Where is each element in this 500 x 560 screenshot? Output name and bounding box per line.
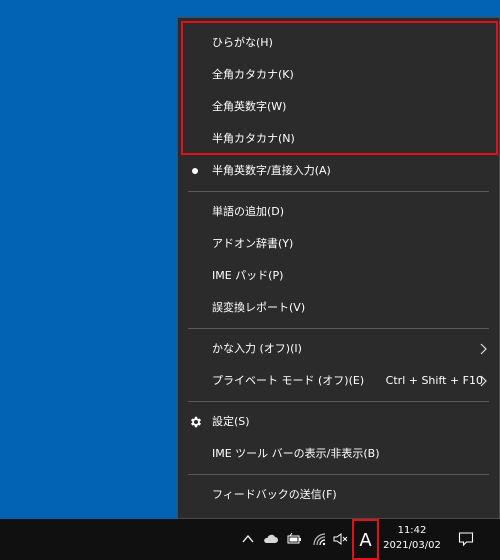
menu-item-toolbar-toggle[interactable]: IME ツール バーの表示/非表示(B) [178, 438, 499, 470]
menu-item-label: 全角英数字(W) [212, 100, 287, 113]
gear-icon [191, 416, 201, 428]
menu-item-kana-input[interactable]: かな入力 (オフ)(I) [178, 333, 499, 365]
action-center-icon[interactable] [458, 531, 474, 547]
menu-item-private-mode[interactable]: プライベート モード (オフ)(E) Ctrl + Shift + F10 [178, 365, 499, 397]
menu-separator [188, 474, 489, 475]
clock-date: 2021/03/02 [383, 540, 441, 551]
clock[interactable]: 11:42 2021/03/02 [381, 521, 443, 557]
chevron-up-icon[interactable] [240, 531, 256, 547]
menu-item-label: 半角英数字/直接入力(A) [212, 164, 331, 177]
menu-item-hiragana[interactable]: ひらがな(H) [178, 27, 499, 59]
chevron-right-icon [480, 343, 487, 355]
ime-mode-letter: A [359, 530, 372, 551]
menu-item-label: 全角カタカナ(K) [212, 68, 294, 81]
menu-separator [188, 191, 489, 192]
menu-item-label: 設定(S) [212, 415, 250, 428]
menu-item-label: 単語の追加(D) [212, 205, 285, 218]
menu-item-label: アドオン辞書(Y) [212, 237, 294, 250]
menu-item-send-feedback[interactable]: フィードバックの送信(F) [178, 479, 499, 511]
menu-item-conversion-report[interactable]: 誤変換レポート(V) [178, 292, 499, 324]
ime-context-menu: ひらがな(H) 全角カタカナ(K) 全角英数字(W) 半角カタカナ(N) 半角英… [177, 17, 500, 519]
menu-item-shortcut: Ctrl + Shift + F10 [385, 374, 483, 387]
menu-separator [188, 401, 489, 402]
battery-icon[interactable] [286, 531, 302, 547]
menu-item-halfwidth-alphanumeric[interactable]: 半角英数字/直接入力(A) [178, 155, 499, 187]
menu-separator [188, 328, 489, 329]
menu-item-label: プライベート モード (オフ)(E) [212, 374, 365, 387]
menu-item-ime-pad[interactable]: IME パッド(P) [178, 260, 499, 292]
chevron-right-icon [480, 375, 487, 387]
menu-item-label: 誤変換レポート(V) [212, 301, 306, 314]
ime-mode-indicator[interactable]: A [352, 519, 379, 560]
menu-item-label: ひらがな(H) [212, 36, 273, 49]
menu-item-label: IME ツール バーの表示/非表示(B) [212, 447, 380, 460]
clock-time: 11:42 [397, 525, 427, 536]
menu-item-add-word[interactable]: 単語の追加(D) [178, 196, 499, 228]
menu-item-fullwidth-katakana[interactable]: 全角カタカナ(K) [178, 59, 499, 91]
menu-item-label: IME パッド(P) [212, 269, 284, 282]
network-icon[interactable] [311, 531, 327, 547]
menu-item-settings[interactable]: 設定(S) [178, 406, 499, 438]
menu-item-label: 半角カタカナ(N) [212, 132, 295, 145]
menu-item-halfwidth-katakana[interactable]: 半角カタカナ(N) [178, 123, 499, 155]
volume-muted-icon[interactable] [332, 531, 348, 547]
menu-item-fullwidth-alphanumeric[interactable]: 全角英数字(W) [178, 91, 499, 123]
menu-item-addon-dictionary[interactable]: アドオン辞書(Y) [178, 228, 499, 260]
selected-bullet-icon [192, 168, 198, 174]
menu-item-label: かな入力 (オフ)(I) [212, 342, 302, 355]
menu-item-label: フィードバックの送信(F) [212, 488, 337, 501]
onedrive-cloud-icon[interactable] [262, 531, 278, 547]
